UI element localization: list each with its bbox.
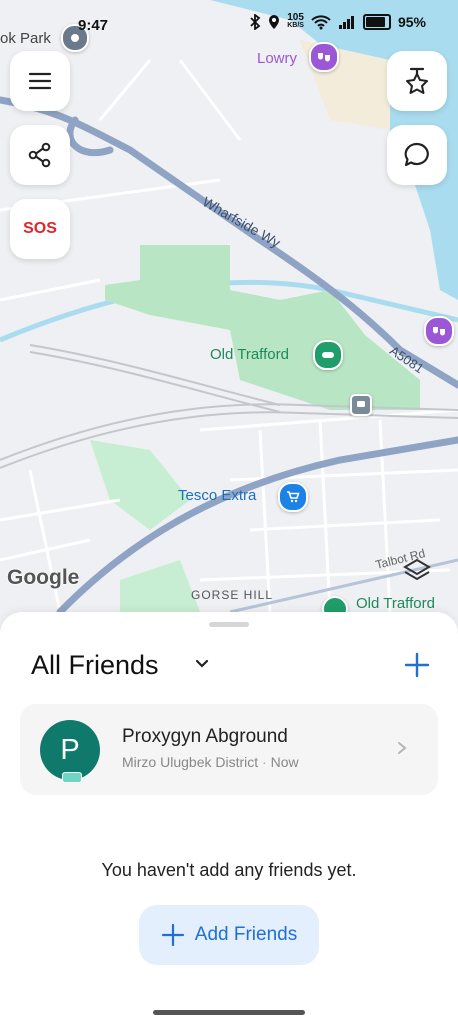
plus-icon (161, 923, 184, 947)
network-speed-value: 105 (287, 12, 304, 23)
add-friends-label: Add Friends (194, 924, 298, 945)
empty-friends-message: You haven't add any friends yet. (101, 860, 357, 880)
friend-card[interactable]: P Proxygyn Abground Mirzo Ulugbek Distri… (20, 704, 438, 795)
sos-button[interactable]: SOS (10, 199, 70, 259)
map-layers-icon[interactable] (402, 556, 432, 591)
network-speed: 105 KB/S (287, 12, 304, 30)
chat-button[interactable] (387, 125, 447, 185)
friend-name: Proxygyn Abground (122, 726, 288, 747)
rail-station-icon[interactable] (350, 394, 372, 416)
map-label-lowry: Lowry (257, 50, 298, 67)
friend-subtitle: Mirzo Ulugbek District · Now (122, 754, 299, 770)
google-logo: Google (7, 566, 80, 589)
chat-bubble-icon (404, 142, 429, 167)
add-friends-button[interactable]: Add Friends (139, 905, 319, 965)
friend-separator: · (262, 754, 267, 770)
wifi-icon (311, 15, 331, 30)
badge-award-button[interactable] (387, 51, 447, 111)
status-bar: 9:47 105 KB/S 95% (0, 0, 458, 48)
share-icon (28, 142, 51, 168)
stadium-marker-icon[interactable] (313, 340, 343, 370)
map-label-gorse-hill: GORSE HILL (191, 588, 274, 602)
status-icons: 105 KB/S 95% (249, 12, 426, 30)
avatar-initial: P (60, 733, 80, 766)
share-button[interactable] (10, 125, 70, 185)
avatar: P (40, 720, 100, 783)
friends-sheet: All Friends P Proxygyn Abground Mirzo Ul… (0, 612, 458, 1004)
chevron-right-icon (398, 742, 407, 754)
sheet-title[interactable]: All Friends (31, 650, 159, 681)
signal-icon (338, 16, 354, 29)
avatar-status-tag (62, 772, 82, 783)
battery-icon (362, 14, 391, 30)
chevron-down-icon[interactable] (194, 656, 210, 672)
star-badge-icon (406, 67, 428, 94)
map-label-old-trafford: Old Trafford (210, 346, 289, 363)
attraction-marker-icon[interactable] (424, 316, 454, 346)
sheet-drag-handle[interactable] (209, 622, 249, 627)
sos-label: SOS (23, 220, 57, 237)
friend-time: Now (270, 754, 299, 770)
bluetooth-icon (250, 14, 261, 30)
add-friend-plus-icon[interactable] (402, 650, 432, 680)
map-label-old-trafford-station: Old Trafford (356, 595, 435, 612)
gesture-nav-bar (0, 1004, 458, 1024)
hamburger-menu-icon (28, 72, 52, 90)
network-speed-unit: KB/S (287, 22, 304, 29)
menu-button[interactable] (10, 51, 70, 111)
status-time: 9:47 (78, 17, 109, 34)
shopping-cart-marker-icon[interactable] (278, 482, 308, 512)
friend-location: Mirzo Ulugbek District (122, 754, 259, 770)
home-gesture-pill[interactable] (153, 1010, 305, 1015)
location-icon (269, 15, 280, 29)
map-label-tesco: Tesco Extra (178, 487, 257, 504)
battery-level: 95% (397, 14, 426, 30)
